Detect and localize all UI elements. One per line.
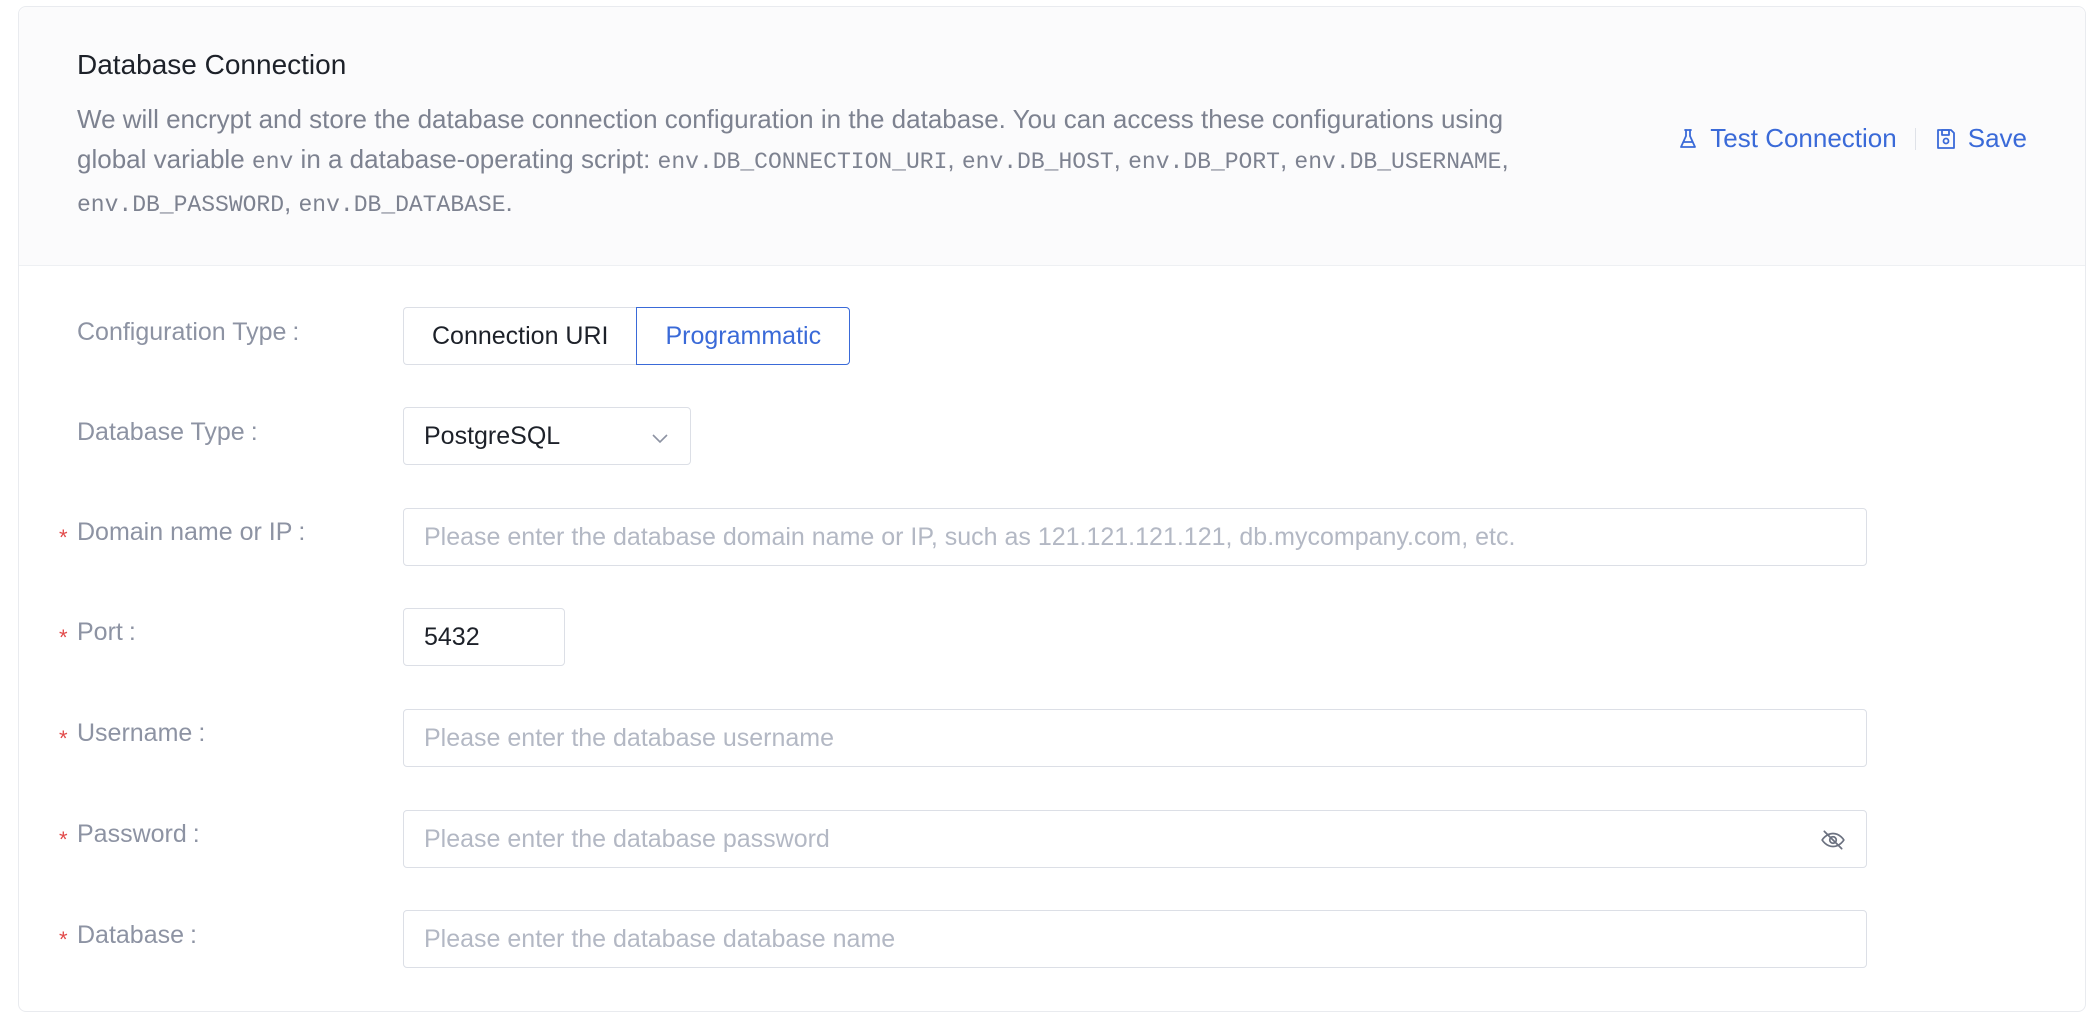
description: We will encrypt and store the database c… (77, 104, 1509, 218)
header-actions: Test Connection Save (1676, 123, 2027, 154)
database-type-label: Database Type: (77, 418, 258, 446)
database-label: Database: (77, 921, 197, 949)
domain-label: Domain name or IP: (77, 518, 306, 546)
database-input[interactable]: Please enter the database database name (403, 910, 1867, 968)
test-connection-label: Test Connection (1710, 123, 1897, 153)
database-connection-card: Database Connection We will encrypt and … (18, 6, 2086, 1012)
port-input[interactable]: 5432 (403, 608, 565, 666)
username-placeholder: Please enter the database username (424, 723, 834, 752)
save-button[interactable]: Save (1934, 123, 2027, 154)
required-mark: * (59, 827, 68, 852)
config-type-label: Configuration Type: (77, 318, 300, 346)
chevron-down-icon (650, 426, 670, 455)
database-placeholder: Please enter the database database name (424, 924, 896, 953)
save-icon (1934, 127, 1958, 151)
required-mark: * (59, 927, 68, 952)
card-header: Database Connection We will encrypt and … (19, 7, 2085, 266)
port-label: Port: (77, 618, 136, 646)
connection-uri-option[interactable]: Connection URI (403, 307, 637, 365)
programmatic-option[interactable]: Programmatic (636, 307, 851, 365)
password-input[interactable]: Please enter the database password (403, 810, 1867, 868)
required-mark: * (59, 726, 68, 751)
password-label: Password: (77, 820, 200, 848)
port-value: 5432 (424, 622, 480, 651)
domain-input[interactable]: Please enter the database domain name or… (403, 508, 1867, 566)
database-type-value: PostgreSQL (424, 421, 561, 450)
password-placeholder: Please enter the database password (424, 824, 830, 853)
config-type-segmented: Connection URI Programmatic (403, 307, 851, 365)
save-label: Save (1967, 123, 2027, 153)
action-divider (1914, 127, 1916, 150)
username-input[interactable]: Please enter the database username (403, 709, 1867, 767)
eye-off-icon[interactable] (1820, 827, 1846, 860)
required-mark: * (59, 525, 68, 550)
database-type-select[interactable]: PostgreSQL (403, 407, 691, 465)
domain-placeholder: Please enter the database domain name or… (424, 522, 1516, 551)
test-connection-button[interactable]: Test Connection (1676, 123, 1897, 154)
required-mark: * (59, 625, 68, 650)
username-label: Username: (77, 719, 206, 747)
flask-icon (1676, 127, 1700, 151)
page-title: Database Connection (77, 49, 347, 80)
